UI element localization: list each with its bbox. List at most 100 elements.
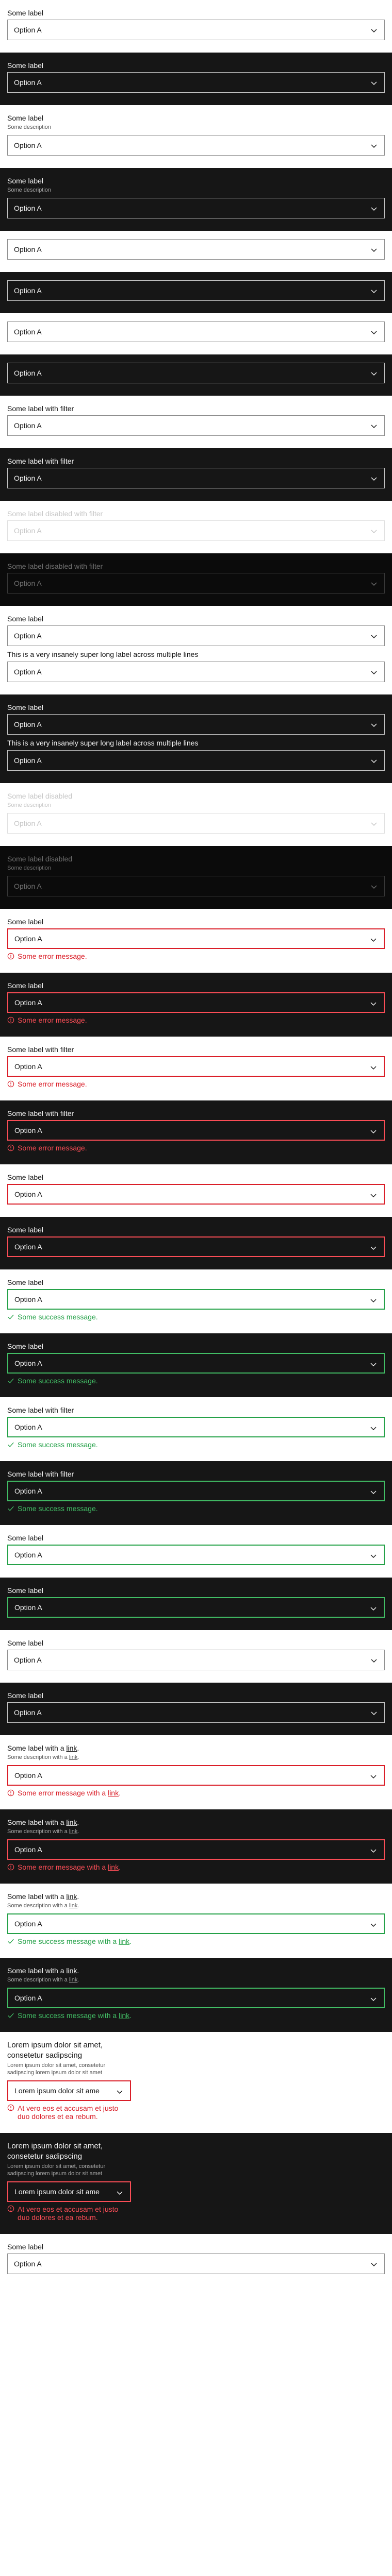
label-text: Some label bbox=[7, 2243, 44, 2251]
msg-text: Some success message with a bbox=[18, 2011, 119, 2020]
select-field[interactable]: Option A bbox=[7, 928, 385, 949]
select-field[interactable]: Option A bbox=[7, 1545, 385, 1565]
msg-link[interactable]: link bbox=[108, 1863, 119, 1871]
desc-text: Some description with a bbox=[7, 1754, 69, 1760]
select-field[interactable]: Option A bbox=[7, 750, 385, 771]
select-example: Some label Option A bbox=[0, 1578, 392, 1630]
selected-value: Option A bbox=[14, 204, 42, 212]
select-example: Some label Option A bbox=[0, 1630, 392, 1683]
selected-value: Option A bbox=[14, 1243, 42, 1251]
select-field[interactable]: Option A bbox=[7, 1236, 385, 1257]
chevron-down-icon bbox=[371, 290, 377, 293]
field-label: Some label with a link. bbox=[7, 1966, 385, 1975]
message-text: Some error message. bbox=[18, 1016, 87, 1024]
desc-link[interactable]: link bbox=[69, 1754, 78, 1760]
select-field[interactable]: Option A bbox=[7, 415, 385, 436]
select-field[interactable]: Option A bbox=[7, 714, 385, 735]
label-text: Some label bbox=[7, 1534, 44, 1542]
select-field[interactable]: Option A bbox=[7, 625, 385, 646]
select-field[interactable]: Option A bbox=[7, 135, 385, 156]
select-field[interactable]: Option A bbox=[7, 1839, 385, 1860]
select-field[interactable]: Option A bbox=[7, 1184, 385, 1205]
select-field[interactable]: Option A bbox=[7, 1353, 385, 1374]
message-text: Some success message with a link. bbox=[18, 1937, 132, 1945]
field-description: Some description bbox=[7, 802, 385, 809]
select-example: Some label with a link. Some description … bbox=[0, 1735, 392, 1809]
select-example: Some label Option A bbox=[0, 1164, 392, 1217]
label-link[interactable]: link bbox=[66, 1818, 77, 1826]
select-field[interactable]: Option A bbox=[7, 662, 385, 682]
select-field[interactable]: Option A bbox=[7, 72, 385, 93]
select-field[interactable]: Option A bbox=[7, 2253, 385, 2274]
label-link[interactable]: link bbox=[66, 1744, 77, 1752]
chevron-down-icon bbox=[370, 1246, 377, 1250]
success-message: Some success message with a link. bbox=[7, 1937, 385, 1945]
select-example: Some label with filter Option A Some error… bbox=[0, 1100, 392, 1164]
chevron-down-icon bbox=[371, 81, 377, 85]
field-description: Some description with a link. bbox=[7, 1976, 385, 1984]
msg-end: . bbox=[129, 1937, 132, 1945]
label-text: Some label with filter bbox=[7, 404, 74, 413]
select-example: Some label Option A bbox=[0, 2234, 392, 2286]
field-label: Some label bbox=[7, 2242, 385, 2251]
select-field[interactable]: Option A bbox=[7, 1056, 385, 1077]
error-circle-icon bbox=[7, 2104, 14, 2111]
label-link[interactable]: link bbox=[66, 1892, 77, 1901]
field-label: Lorem ipsum dolor sit amet, consetetur s… bbox=[7, 2141, 131, 2162]
selected-value: Option A bbox=[14, 1845, 42, 1854]
select-field[interactable]: Option A bbox=[7, 992, 385, 1013]
select-field[interactable]: Option A bbox=[7, 363, 385, 383]
select-field[interactable]: Option A bbox=[7, 198, 385, 218]
selected-value: Option A bbox=[14, 1062, 42, 1071]
selected-value: Option A bbox=[14, 1994, 42, 2002]
message-text: Some success message. bbox=[18, 1313, 98, 1321]
select-field[interactable]: Lorem ipsum dolor sit ame bbox=[7, 2080, 131, 2101]
selected-value: Option A bbox=[14, 1551, 42, 1559]
label-link[interactable]: link bbox=[66, 1967, 77, 1975]
error-circle-icon bbox=[7, 1080, 14, 1088]
chevron-down-icon bbox=[370, 1775, 377, 1778]
msg-link[interactable]: link bbox=[119, 1937, 129, 1945]
msg-text: At vero eos et accusam et justo duo dolo… bbox=[18, 2205, 119, 2222]
selected-value: Option A bbox=[14, 819, 42, 827]
msg-link[interactable]: link bbox=[119, 2011, 129, 2020]
desc-link[interactable]: link bbox=[69, 1828, 78, 1835]
success-message: Some success message. bbox=[7, 1377, 385, 1385]
label-text: Some label bbox=[7, 615, 44, 623]
desc-link[interactable]: link bbox=[69, 1977, 78, 1983]
select-field[interactable]: Option A bbox=[7, 1913, 385, 1934]
select-field[interactable]: Option A bbox=[7, 1988, 385, 2008]
select-field[interactable]: Option A bbox=[7, 321, 385, 342]
desc-link[interactable]: link bbox=[69, 1903, 78, 1909]
desc-text: Some description bbox=[7, 187, 51, 193]
msg-text: Some error message. bbox=[18, 952, 87, 960]
chevron-down-icon bbox=[370, 1299, 377, 1302]
select-field[interactable]: Option A bbox=[7, 468, 385, 488]
msg-text: Some success message with a bbox=[18, 1937, 119, 1945]
select-example: Lorem ipsum dolor sit amet, consetetur s… bbox=[0, 2133, 392, 2234]
select-field[interactable]: Lorem ipsum dolor sit ame bbox=[7, 2181, 131, 2202]
chevron-down-icon bbox=[371, 1659, 377, 1663]
select-field[interactable]: Option A bbox=[7, 1417, 385, 1437]
msg-link[interactable]: link bbox=[108, 1789, 119, 1797]
select-field[interactable]: Option A bbox=[7, 239, 385, 260]
select-field[interactable]: Option A bbox=[7, 20, 385, 40]
error-circle-icon bbox=[7, 953, 14, 960]
select-field[interactable]: Option A bbox=[7, 1597, 385, 1618]
select-field[interactable]: Option A bbox=[7, 1481, 385, 1501]
field-label: Some label bbox=[7, 1342, 385, 1351]
select-field[interactable]: Option A bbox=[7, 1702, 385, 1723]
error-circle-icon bbox=[7, 1144, 14, 1151]
label-text: Some label with a bbox=[7, 1967, 67, 1975]
selected-value: Lorem ipsum dolor sit ame bbox=[14, 2087, 100, 2095]
select-field[interactable]: Option A bbox=[7, 1120, 385, 1141]
select-field[interactable]: Option A bbox=[7, 1650, 385, 1670]
select-example: Option A bbox=[0, 231, 392, 272]
field-label: Lorem ipsum dolor sit amet, consetetur s… bbox=[7, 2040, 131, 2061]
select-field[interactable]: Option A bbox=[7, 1289, 385, 1310]
select-example: Lorem ipsum dolor sit amet, consetetur s… bbox=[0, 2032, 392, 2133]
select-field[interactable]: Option A bbox=[7, 1765, 385, 1786]
select-field[interactable]: Option A bbox=[7, 280, 385, 301]
chevron-down-icon bbox=[371, 29, 377, 32]
selected-value: Option A bbox=[14, 756, 42, 765]
